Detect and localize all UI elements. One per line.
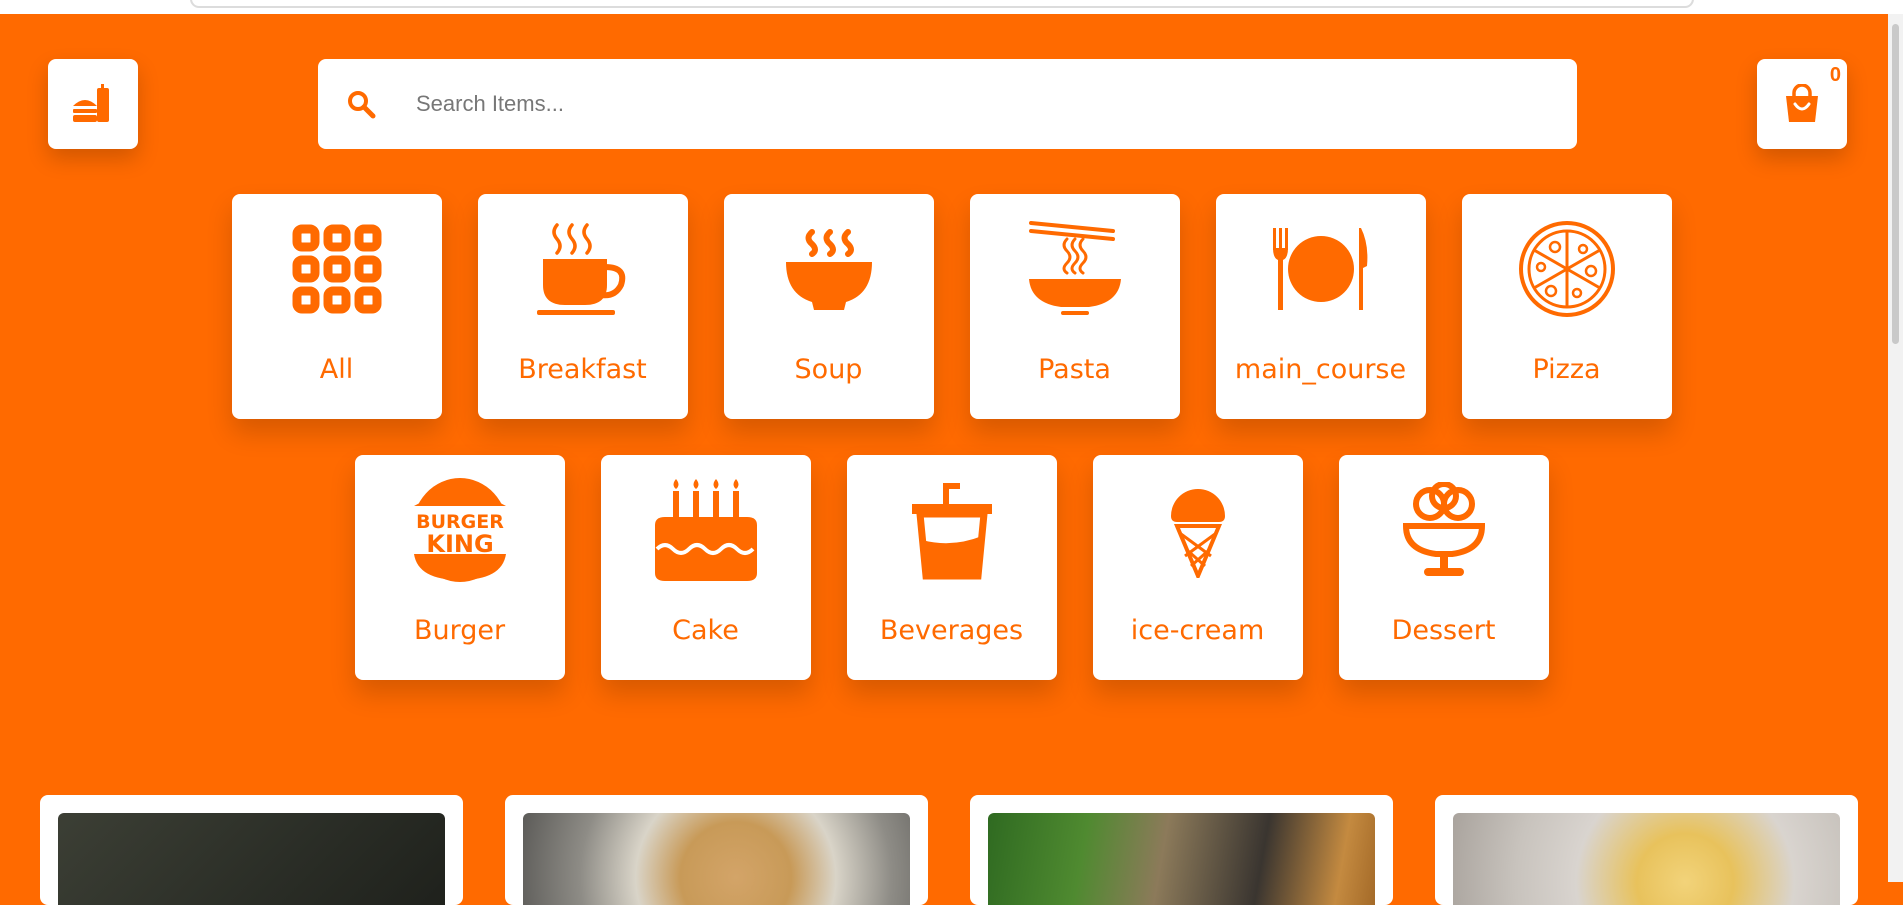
category-label: All	[319, 354, 354, 385]
food-card[interactable]	[40, 795, 463, 905]
category-soup[interactable]: Soup	[723, 194, 934, 419]
category-all[interactable]: All	[231, 194, 442, 419]
ice-cream-cone-icon	[1170, 488, 1225, 578]
category-label: Soup	[794, 354, 863, 385]
category-row: All Breakfast Soup Pasta main_course Piz…	[0, 194, 1903, 419]
svg-text:KING: KING	[426, 530, 493, 558]
food-card[interactable]	[505, 795, 928, 905]
food-card[interactable]	[970, 795, 1393, 905]
food-image[interactable]	[58, 813, 445, 905]
category-ice-cream[interactable]: ice-cream	[1092, 455, 1303, 680]
category-burger[interactable]: BURGER KING Burger	[354, 455, 565, 680]
birthday-cake-icon	[654, 479, 757, 581]
search-bar[interactable]	[318, 59, 1577, 149]
category-beverages[interactable]: Beverages	[846, 455, 1057, 680]
category-grid: All Breakfast Soup Pasta main_course Piz…	[0, 194, 1903, 716]
food-list	[40, 795, 1860, 905]
browser-top-edge	[0, 0, 1903, 14]
cart-count-badge: 0	[1829, 64, 1841, 86]
shopping-bag-icon	[1786, 84, 1818, 122]
logo-button[interactable]	[48, 59, 138, 149]
food-image[interactable]	[1453, 813, 1840, 905]
pizza-icon	[1518, 221, 1615, 317]
category-pizza[interactable]: Pizza	[1461, 194, 1672, 419]
category-label: Breakfast	[518, 354, 647, 385]
category-cake[interactable]: Cake	[600, 455, 811, 680]
category-pasta[interactable]: Pasta	[969, 194, 1180, 419]
burger-drink-icon	[73, 84, 109, 122]
cart-button[interactable]: 0	[1757, 59, 1847, 149]
soup-bowl-icon	[785, 229, 872, 310]
category-label: Dessert	[1391, 615, 1496, 646]
category-label: Burger	[413, 615, 506, 646]
category-label: Pasta	[1038, 354, 1111, 385]
category-label: ice-cream	[1130, 615, 1265, 646]
category-label: main_course	[1234, 354, 1407, 385]
cup-straw-icon	[911, 483, 992, 580]
food-image[interactable]	[988, 813, 1375, 905]
food-card[interactable]	[1435, 795, 1858, 905]
category-row: BURGER KING Burger Cake Beverages ice-cr…	[0, 455, 1903, 680]
grid-icon	[292, 224, 381, 314]
food-image[interactable]	[523, 813, 910, 905]
sundae-icon	[1402, 482, 1485, 576]
burger-king-icon: BURGER KING	[409, 478, 510, 582]
category-dessert[interactable]: Dessert	[1338, 455, 1549, 680]
address-bar-edge	[190, 0, 1694, 8]
category-label: Pizza	[1532, 354, 1601, 385]
search-input[interactable]	[414, 90, 1518, 118]
category-main-course[interactable]: main_course	[1215, 194, 1426, 419]
coffee-cup-icon	[536, 223, 625, 315]
noodle-bowl-icon	[1028, 221, 1121, 315]
category-label: Cake	[672, 615, 739, 646]
plate-cutlery-icon	[1272, 228, 1367, 310]
search-icon[interactable]	[346, 89, 406, 119]
category-label: Beverages	[879, 615, 1024, 646]
category-breakfast[interactable]: Breakfast	[477, 194, 688, 419]
